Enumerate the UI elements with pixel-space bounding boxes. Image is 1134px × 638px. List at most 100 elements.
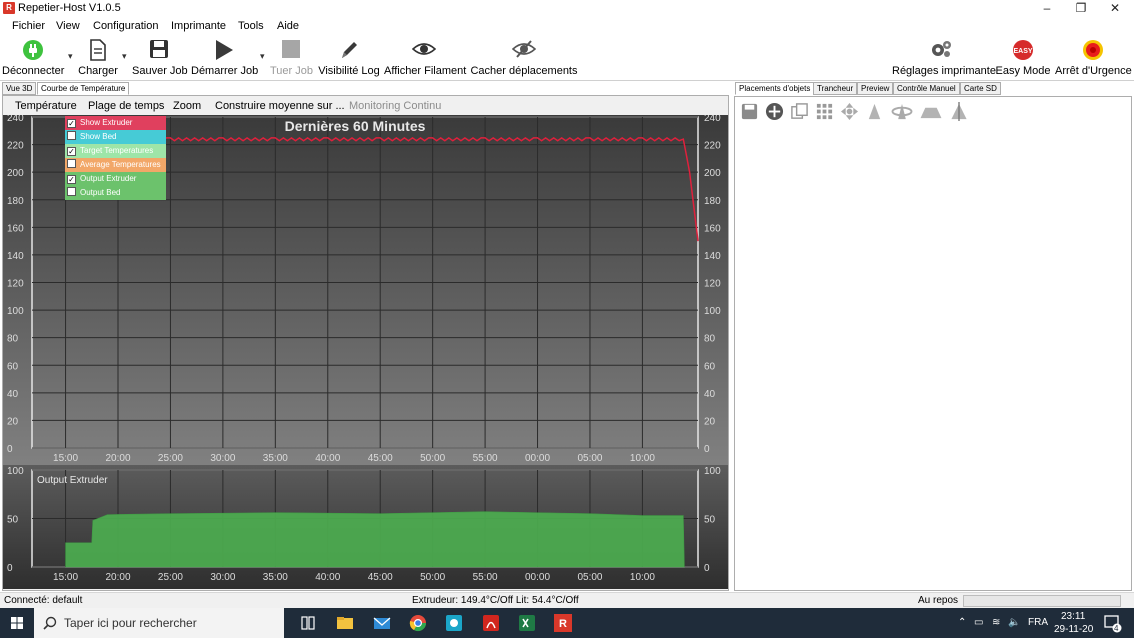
menu-file[interactable]: Fichier — [12, 20, 45, 32]
tab-preview[interactable]: Preview — [857, 82, 894, 95]
add-object-icon[interactable] — [765, 102, 784, 121]
menu-printer[interactable]: Imprimante — [171, 20, 226, 32]
show-filament-button[interactable]: Afficher Filament — [384, 37, 466, 79]
x-tick-label: 30:00 — [210, 453, 235, 464]
menu-build-average[interactable]: Construire moyenne sur ... — [215, 100, 345, 112]
power-plug-icon — [23, 40, 43, 60]
y-tick-label-right: 20 — [704, 416, 716, 427]
printer-settings-button[interactable]: Réglages imprimante — [892, 37, 996, 79]
tab-slicer[interactable]: Trancheur — [813, 82, 858, 95]
tab-3d-view[interactable]: Vue 3D — [2, 82, 37, 95]
save-icon[interactable] — [740, 102, 759, 121]
legend-show-bed[interactable]: Show Bed — [65, 130, 166, 144]
disconnect-dropdown-icon[interactable]: ▾ — [68, 51, 73, 62]
y-tick-label-right: 180 — [704, 196, 721, 207]
wifi-icon[interactable]: ≋ — [992, 617, 1000, 628]
mirror-icon[interactable] — [947, 102, 971, 121]
x-tick-label: 40:00 — [315, 572, 340, 583]
cone-icon[interactable] — [865, 102, 884, 121]
legend-label: Show Bed — [80, 132, 117, 141]
clock-date[interactable]: 29-11-20 — [1054, 624, 1093, 635]
legend-output-bed[interactable]: Output Bed — [65, 186, 166, 200]
legend-target-temperatures[interactable]: ✓ Target Temperatures — [65, 144, 166, 158]
tab-sd-card[interactable]: Carte SD — [960, 82, 1001, 95]
move-center-icon[interactable] — [840, 102, 859, 121]
save-job-button[interactable]: Sauver Job — [132, 37, 188, 79]
toolbar-separator — [0, 80, 1134, 81]
app-window: R Repetier-Host V1.0.5 – ❐ ✕ Fichier Vie… — [0, 0, 1134, 638]
load-button[interactable]: Charger — [76, 37, 120, 79]
start-job-dropdown-icon[interactable]: ▾ — [260, 51, 265, 62]
idle-status: Au repos — [918, 595, 959, 606]
menu-help[interactable]: Aide — [277, 20, 299, 32]
checkbox-icon[interactable]: ✓ — [67, 175, 76, 184]
rotate-icon[interactable] — [890, 102, 914, 121]
x-tick-label: 10:00 — [630, 572, 655, 583]
job-progress-bar — [963, 595, 1121, 607]
excel-icon[interactable] — [517, 613, 537, 633]
clock-time[interactable]: 23:11 — [1061, 611, 1085, 622]
checkbox-icon[interactable]: ✓ — [67, 147, 76, 156]
x-tick-label: 50:00 — [420, 453, 445, 464]
task-view-icon[interactable] — [298, 613, 318, 633]
tab-manual-control[interactable]: Contrôle Manuel — [893, 82, 960, 95]
y-tick-label-left: 80 — [7, 334, 19, 345]
tray-chevron-icon[interactable]: ⌃ — [958, 617, 966, 628]
restore-icon[interactable]: ❐ — [1066, 0, 1096, 17]
play-icon — [216, 40, 233, 60]
eye-icon — [412, 43, 436, 55]
load-dropdown-icon[interactable]: ▾ — [122, 51, 127, 62]
menu-tools[interactable]: Tools — [238, 20, 264, 32]
emergency-stop-button[interactable]: Arrêt d'Urgence — [1055, 37, 1132, 79]
copy-object-icon[interactable] — [790, 102, 809, 121]
grid-arrange-icon[interactable] — [815, 102, 834, 121]
y-tick-label-left: 120 — [7, 279, 24, 290]
easy-badge-text: EASY — [1013, 48, 1032, 55]
menu-temperature[interactable]: Température — [15, 100, 77, 112]
tab-object-placement[interactable]: Placements d'objets — [735, 82, 815, 95]
printer-settings-label: Réglages imprimante — [892, 65, 996, 77]
close-icon[interactable]: ✕ — [1100, 0, 1130, 17]
hide-moves-button[interactable]: Cacher déplacements — [469, 37, 579, 79]
easy-mode-button[interactable]: EASY Easy Mode — [995, 37, 1051, 79]
taskbar-search-input[interactable]: Taper ici pour rechercher — [34, 608, 284, 638]
menu-continuous-monitoring[interactable]: Monitoring Continu — [349, 100, 441, 112]
disconnect-button[interactable]: Déconnecter — [2, 37, 64, 79]
easy-mode-label: Easy Mode — [995, 65, 1051, 77]
windows-start-icon[interactable] — [0, 608, 34, 638]
menu-time-range[interactable]: Plage de temps — [88, 100, 164, 112]
acrobat-icon[interactable] — [481, 613, 501, 633]
checkbox-icon[interactable]: ✓ — [67, 119, 76, 128]
log-visibility-button[interactable]: Visibilité Log — [317, 37, 381, 79]
tab-temperature-curve[interactable]: Courbe de Température — [37, 82, 130, 95]
menu-view[interactable]: View — [56, 20, 80, 32]
battery-icon[interactable]: ▭ — [974, 617, 983, 628]
flatten-icon[interactable] — [919, 102, 943, 121]
checkbox-icon[interactable] — [67, 131, 76, 140]
menu-bar: Fichier View Configuration Imprimante To… — [0, 19, 1134, 35]
repetier-taskbar-icon[interactable]: R — [553, 613, 573, 633]
legend-show-extruder[interactable]: ✓ Show Extruder — [65, 116, 166, 130]
legend-output-extruder[interactable]: ✓ Output Extruder — [65, 172, 166, 186]
start-job-label: Démarrer Job — [191, 65, 259, 77]
volume-icon[interactable]: 🔈 — [1008, 617, 1020, 628]
app-cyan-icon[interactable] — [444, 613, 464, 633]
file-explorer-icon[interactable] — [335, 613, 355, 633]
y-tick-label-left: 50 — [7, 515, 19, 526]
y-tick-label-right: 50 — [704, 515, 716, 526]
mail-icon[interactable] — [372, 613, 392, 633]
chrome-icon[interactable] — [408, 613, 428, 633]
y-tick-label-left: 40 — [7, 389, 19, 400]
minimize-icon[interactable]: – — [1032, 0, 1062, 17]
checkbox-icon[interactable] — [67, 159, 76, 168]
notification-icon[interactable] — [1102, 613, 1122, 633]
menu-zoom[interactable]: Zoom — [173, 100, 201, 112]
kill-job-button[interactable]: Tuer Job — [270, 37, 313, 79]
checkbox-icon[interactable] — [67, 187, 76, 196]
x-tick-label: 55:00 — [473, 453, 498, 464]
legend-average-temperatures[interactable]: Average Temperatures — [65, 158, 166, 172]
y-tick-label-left: 0 — [7, 563, 13, 574]
menu-configuration[interactable]: Configuration — [93, 20, 158, 32]
language-indicator[interactable]: FRA — [1028, 617, 1048, 628]
start-job-button[interactable]: Démarrer Job — [191, 37, 259, 79]
